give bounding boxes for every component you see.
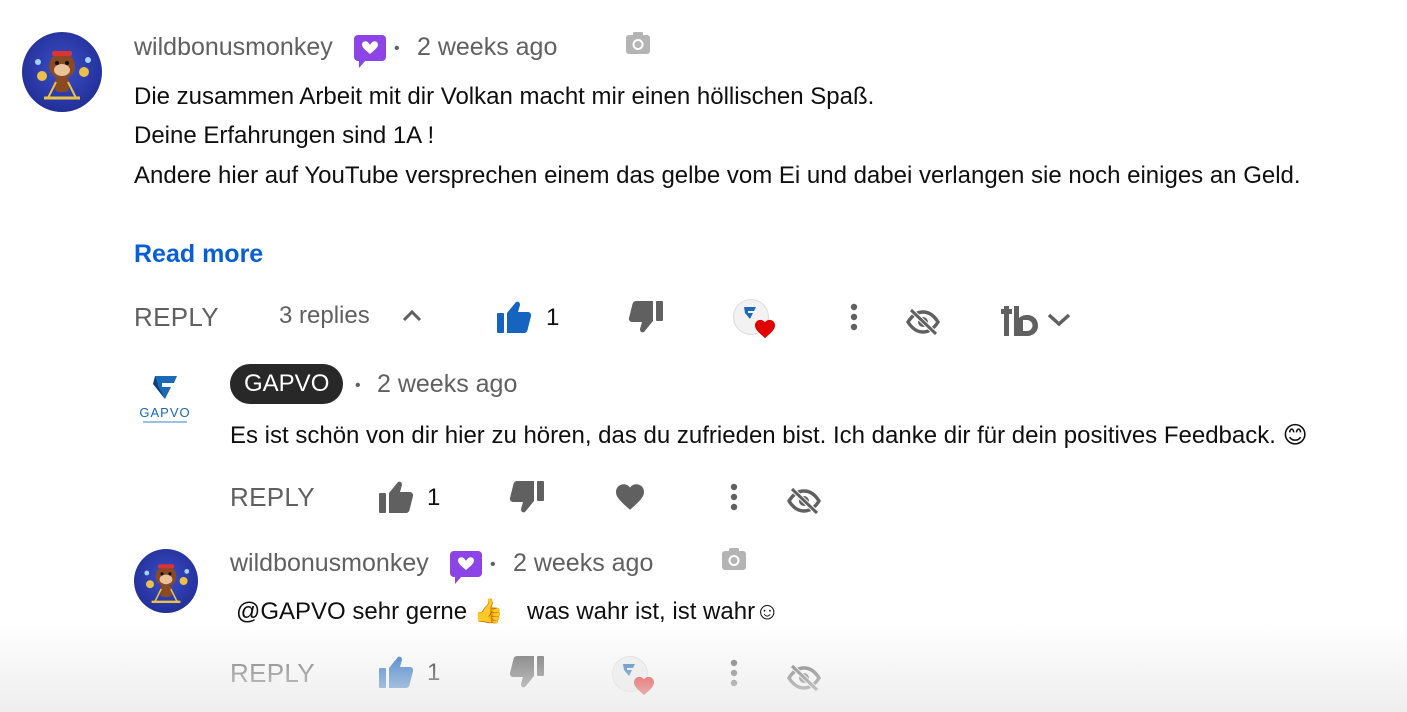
avatar[interactable] [22, 32, 102, 112]
separator-dot: • [355, 377, 361, 394]
more-vert-icon[interactable] [850, 303, 858, 331]
thumbs-down-icon[interactable] [509, 655, 545, 689]
avatar[interactable] [134, 549, 198, 613]
reply-text-part-2: was wahr ist, ist wahr☺ [527, 598, 780, 625]
reply-text-part-1: @GAPVO sehr gerne 👍 [236, 598, 504, 625]
thumbs-down-icon[interactable] [628, 300, 664, 334]
chevron-down-icon[interactable] [1047, 313, 1071, 327]
more-vert-icon[interactable] [730, 659, 738, 687]
comment-line-3: Andere hier auf YouTube versprechen eine… [134, 162, 1301, 189]
hide-icon[interactable] [905, 308, 941, 336]
reply-button[interactable]: REPLY [230, 482, 315, 513]
thumbs-up-icon[interactable] [496, 300, 532, 334]
hide-icon[interactable] [786, 487, 822, 515]
comment-line-1: Die zusammen Arbeit mit dir Volkan macht… [134, 83, 875, 110]
member-badge-icon [450, 551, 482, 584]
like-count: 1 [546, 304, 560, 331]
thumbs-down-icon[interactable] [509, 480, 545, 514]
thumbs-up-icon[interactable] [378, 655, 414, 689]
hide-icon[interactable] [786, 664, 822, 692]
thumbs-up-icon[interactable] [378, 480, 414, 514]
camera-icon[interactable] [721, 547, 747, 571]
reply-text: Es ist schön von dir hier zu hören, das … [230, 422, 1308, 449]
camera-icon[interactable] [625, 31, 651, 55]
more-vert-icon[interactable] [730, 483, 738, 511]
comment-time[interactable]: 2 weeks ago [417, 33, 557, 62]
chevron-up-icon[interactable] [402, 309, 422, 322]
bottom-fade [0, 622, 1407, 712]
creator-heart-icon[interactable] [612, 656, 654, 696]
reply-time[interactable]: 2 weeks ago [377, 370, 517, 399]
like-count: 1 [427, 659, 441, 686]
heart-icon[interactable] [614, 483, 646, 511]
member-badge-icon [354, 35, 386, 68]
creator-heart-icon[interactable] [733, 299, 775, 339]
reply-author[interactable]: wildbonusmonkey [230, 549, 429, 578]
tubebuddy-icon[interactable] [1001, 306, 1039, 336]
comment-line-2: Deine Erfahrungen sind 1A ! [134, 122, 435, 149]
reply-button[interactable]: REPLY [134, 302, 219, 333]
reply-time[interactable]: 2 weeks ago [513, 549, 653, 578]
reply-button[interactable]: REPLY [230, 658, 315, 689]
gapvo-logo-text: GAPVO [139, 405, 190, 420]
replies-toggle[interactable]: 3 replies [279, 302, 370, 330]
gapvo-avatar[interactable]: GAPVO [133, 372, 197, 426]
like-count: 1 [427, 484, 441, 511]
read-more-link[interactable]: Read more [134, 240, 263, 269]
separator-dot: • [490, 556, 496, 573]
owner-author-badge[interactable]: GAPVO [230, 364, 344, 404]
comment-author[interactable]: wildbonusmonkey [134, 33, 333, 62]
separator-dot: • [394, 40, 400, 57]
